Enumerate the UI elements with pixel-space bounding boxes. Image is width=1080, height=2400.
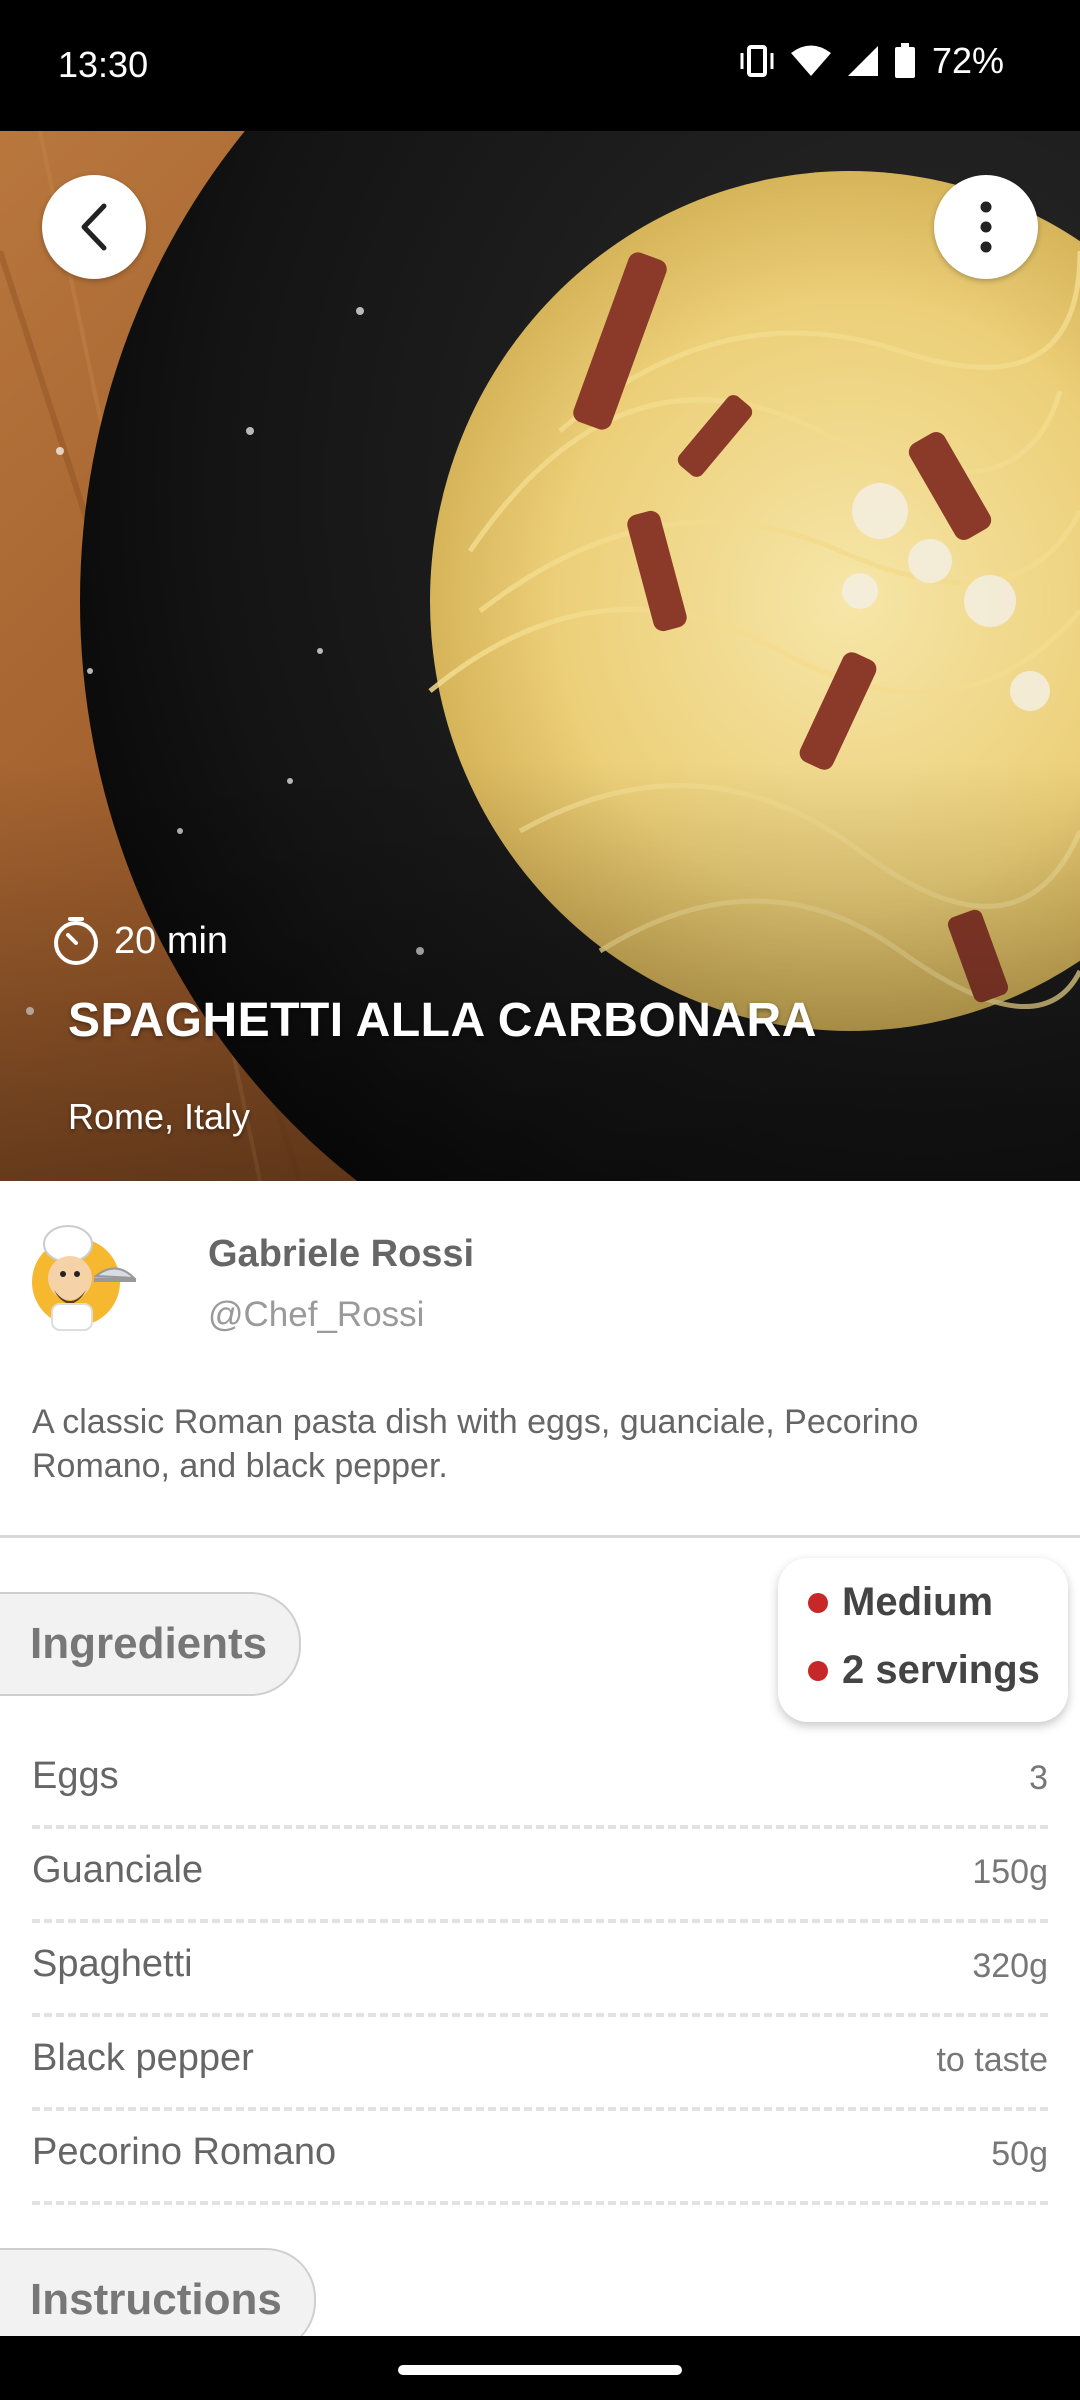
vibrate-icon (740, 45, 774, 77)
status-icons: 72% (738, 40, 1004, 82)
ingredient-name: Guanciale (32, 1849, 204, 1891)
recipe-location: Rome, Italy (68, 1096, 251, 1137)
more-vert-icon (980, 201, 992, 253)
ingredient-row: Eggs 3 (32, 1735, 1048, 1829)
ingredient-row: Pecorino Romano 50g (32, 2111, 1048, 2205)
battery-percent: 72% (931, 40, 1004, 81)
difficulty-dot (808, 1592, 828, 1613)
hero-image: 20 min SPAGHETTI ALLA CARBONARA Rome, It… (0, 131, 1080, 1181)
ingredient-row: Black pepper to taste (32, 2017, 1048, 2111)
servings-dot (808, 1660, 828, 1681)
status-bar: 13:30 72% (0, 0, 1080, 131)
recipe-info-card: Medium 2 servings (778, 1558, 1068, 1722)
cook-time-text: 20 min (114, 919, 229, 962)
home-gesture-handle[interactable] (398, 2365, 682, 2375)
ingredient-row: Guanciale 150g (32, 1829, 1048, 1923)
author-avatar[interactable] (24, 1220, 138, 1334)
author-name[interactable]: Gabriele Rossi (208, 1233, 474, 1276)
chef-avatar-icon (32, 1225, 137, 1331)
battery-icon (894, 43, 915, 78)
recipe-title: SPAGHETTI ALLA CARBONARA (68, 994, 817, 1047)
signal-icon (847, 46, 878, 76)
wifi-icon (790, 45, 831, 76)
ingredients-list: Eggs 3 Guanciale 150g Spaghetti 320g Bla… (32, 1735, 1048, 2205)
ingredients-header: Ingredients (0, 1592, 302, 1696)
ingredient-quantity: to taste (936, 2041, 1048, 2079)
ingredient-quantity: 3 (1029, 1759, 1048, 1797)
servings-text: 2 servings (842, 1648, 1040, 1692)
ingredient-name: Pecorino Romano (32, 2131, 337, 2173)
timer-icon (54, 917, 98, 965)
more-options-button[interactable] (934, 175, 1038, 279)
ingredient-name: Spaghetti (32, 1943, 193, 1985)
ingredient-row: Spaghetti 320g (32, 1923, 1048, 2017)
status-time: 13:30 (58, 44, 149, 85)
ingredient-name: Eggs (32, 1755, 119, 1797)
ingredient-name: Black pepper (32, 2037, 254, 2079)
servings-badge: 2 servings (808, 1648, 1040, 1693)
cook-time: 20 min (50, 915, 228, 967)
ingredient-quantity: 150g (972, 1853, 1048, 1891)
chevron-left-icon (81, 203, 107, 251)
difficulty-badge: Medium (808, 1580, 993, 1625)
difficulty-text: Medium (842, 1580, 994, 1624)
ingredient-quantity: 50g (991, 2135, 1048, 2173)
back-button[interactable] (42, 175, 146, 279)
author-handle[interactable]: @Chef_Rossi (208, 1295, 424, 1335)
ingredient-quantity: 320g (972, 1947, 1048, 1985)
divider (0, 1535, 1080, 1538)
recipe-description: A classic Roman pasta dish with eggs, gu… (32, 1403, 919, 1485)
navigation-bar (0, 2336, 1080, 2400)
